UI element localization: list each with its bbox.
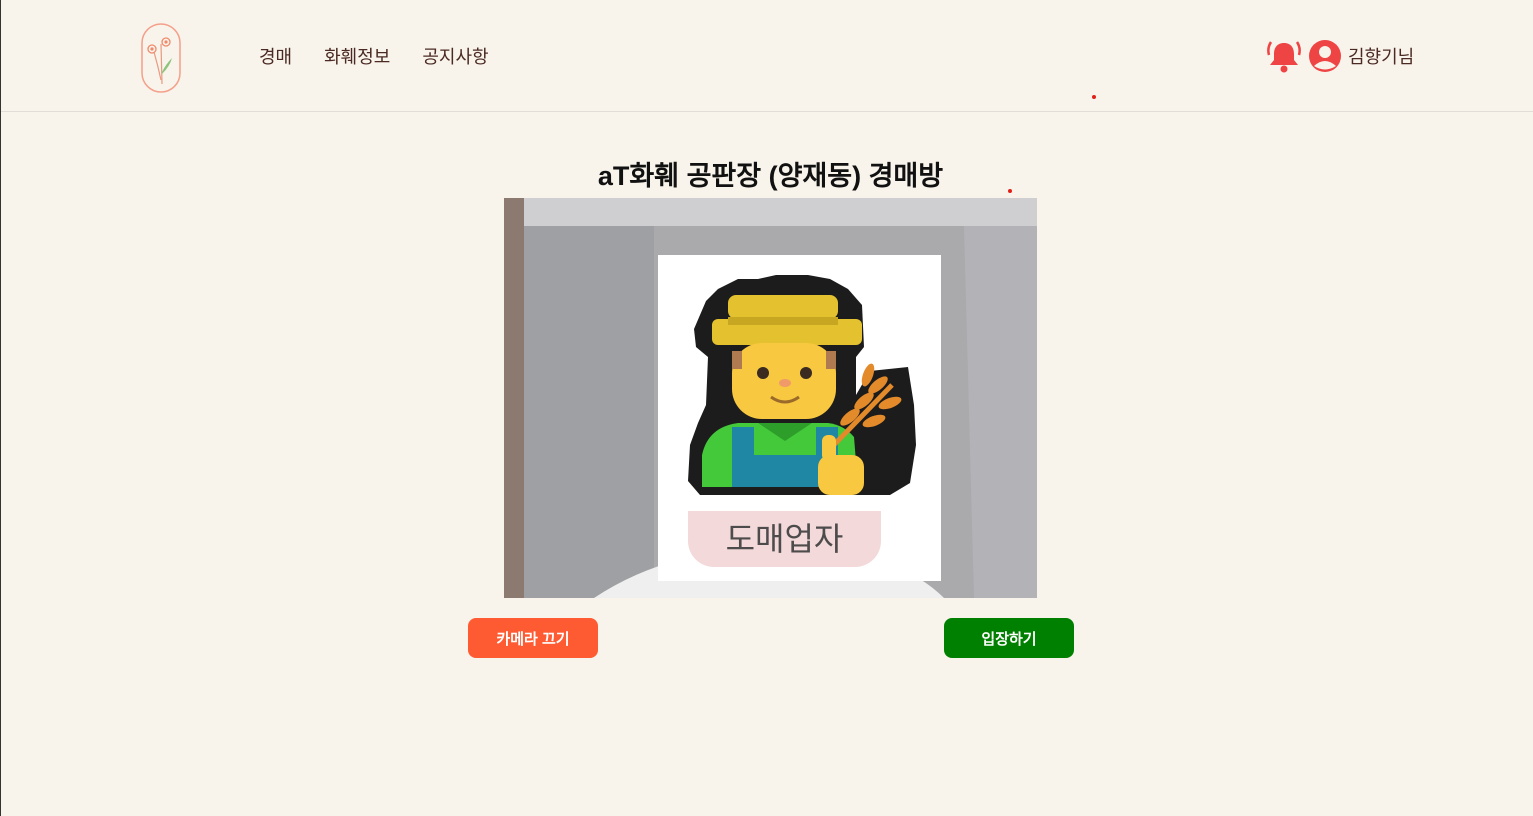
role-badge: 도매업자 (688, 511, 881, 567)
bell-icon[interactable] (1266, 38, 1302, 74)
room-title: aT화훼 공판장 (양재동) 경매방 (597, 161, 944, 191)
user-area: 김향기님 (1266, 38, 1414, 74)
user-circle-icon[interactable] (1308, 39, 1342, 73)
farmer-emoji (688, 275, 916, 495)
nav-flower-info[interactable]: 화훼정보 (324, 43, 390, 69)
red-dot (1092, 95, 1096, 99)
flower-logo[interactable] (140, 22, 182, 94)
main-nav: 경매 화훼정보 공지사항 (259, 43, 489, 69)
nav-notice[interactable]: 공지사항 (422, 43, 488, 69)
page: 경매 화훼정보 공지사항 김향기님 aT화훼 공판장 (양재동) 경매방 도매업… (0, 0, 1533, 816)
navbar: 경매 화훼정보 공지사항 김향기님 (1, 0, 1533, 112)
role-card: 도매업자 (658, 255, 941, 581)
camera-off-button[interactable]: 카메라 끄기 (468, 618, 598, 658)
enter-room-button[interactable]: 입장하기 (944, 618, 1074, 658)
nav-auction[interactable]: 경매 (259, 43, 292, 69)
username[interactable]: 김향기님 (1348, 43, 1414, 69)
